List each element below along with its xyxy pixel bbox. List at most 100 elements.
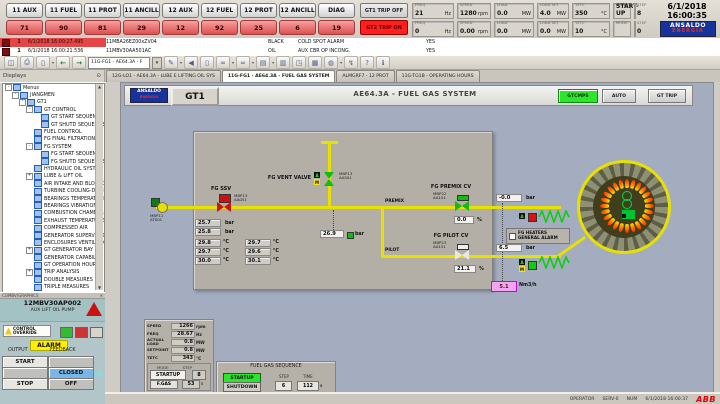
dropdown-caret-icon[interactable]: ▾ <box>232 60 234 65</box>
nav-alarm-count-button[interactable]: 25 <box>240 20 277 35</box>
tree-item[interactable]: GENERATOR CAPABILITY <box>3 254 104 261</box>
tree-item[interactable]: GT OPERATION HOURS <box>3 261 104 268</box>
display-tab[interactable]: ALMGRF7 - 12 PROT <box>336 70 394 82</box>
package-icon[interactable]: ◳ <box>292 56 306 69</box>
nav-alarm-count-button[interactable]: 90 <box>45 20 82 35</box>
web-icon[interactable]: ◍ <box>324 56 338 69</box>
dropdown-caret-icon[interactable]: ▾ <box>180 60 182 65</box>
tree-item[interactable]: COMPRESSED AIR <box>3 224 104 231</box>
tree-item[interactable]: DOUBLE MEASURES <box>3 276 104 283</box>
premix-cv-icon[interactable] <box>455 201 469 211</box>
fg-ssv-valve-icon[interactable] <box>217 202 231 212</box>
tree-item[interactable]: BEARINGS VIBRATION <box>3 202 104 209</box>
auto-button[interactable]: AUTO <box>602 89 636 103</box>
tree-item[interactable]: AIR INTAKE AND BLOW-OFF <box>3 180 104 187</box>
close-icon[interactable]: ✕ <box>100 293 103 298</box>
connect-icon[interactable]: ↯ <box>344 56 358 69</box>
gt1-unit-button[interactable]: GT1 <box>171 87 219 106</box>
nav-alarm-count-button[interactable]: 29 <box>123 20 160 35</box>
auto-mode-icon[interactable]: A <box>519 259 525 265</box>
dropdown-caret-icon[interactable]: ▾ <box>52 60 54 65</box>
grid-gray-icon[interactable] <box>90 327 103 338</box>
link-icon[interactable]: ∞ <box>216 56 230 69</box>
nav-alarm-count-button[interactable]: 6 <box>279 20 316 35</box>
tree-expander-icon[interactable]: - <box>19 99 26 106</box>
tree-item[interactable]: + GT GENERATOR BAY <box>3 247 104 254</box>
nav-group-button[interactable]: 11 PROT <box>84 3 121 18</box>
database-config-icon[interactable]: ▥ <box>276 56 290 69</box>
tree-expander-icon[interactable]: - <box>26 143 33 150</box>
tree-expander-icon[interactable]: - <box>5 84 12 91</box>
fuel-gas-button[interactable]: F.GAS <box>150 380 178 389</box>
tree-item[interactable]: BEARINGS TEMPERATURE <box>3 195 104 202</box>
display-tab[interactable]: 12G-LO1 - AE64.3A - LUBE E LIFTING OIL S… <box>106 70 221 82</box>
tree-item[interactable]: - JIANGMEN <box>3 91 104 98</box>
tree-item[interactable]: COMBUSTION CHAMBERS <box>3 210 104 217</box>
scroll-up-icon[interactable]: ▲ <box>98 84 101 89</box>
link-add-icon[interactable]: ∞ <box>236 56 250 69</box>
pin-icon[interactable]: ⊙ <box>96 73 101 79</box>
nav-group-button[interactable]: 12 FUEL <box>201 3 238 18</box>
nav-alarm-count-button[interactable]: 81 <box>84 20 121 35</box>
nav-group-button[interactable]: 12 ANCILL <box>279 3 316 18</box>
nav-group-button[interactable]: 11 AUX <box>6 3 43 18</box>
nav-alarm-count-button[interactable]: 12 <box>162 20 199 35</box>
database-icon[interactable]: ▤ <box>256 56 270 69</box>
tree-item[interactable]: GT SHUTD SEQUENCE <box>3 121 104 128</box>
new-page-icon[interactable]: ▯ <box>36 56 50 69</box>
tree-item[interactable]: ENCLOSURES VENTILATION <box>3 239 104 246</box>
alarm-row[interactable]: 1 6/1/2018 16:00:27.495 11MBA26EZ00xZV04… <box>0 38 720 47</box>
checkbox-icon[interactable] <box>509 233 516 240</box>
scroll-down-icon[interactable]: ▼ <box>98 285 101 290</box>
nav-group-button[interactable]: 12 PROT <box>240 3 277 18</box>
help-icon[interactable]: ? <box>360 56 374 69</box>
tree-item[interactable]: TURBINE COOLING-DRAIN <box>3 187 104 194</box>
print-icon[interactable]: ⎙ <box>20 56 34 69</box>
gt2-trip-button[interactable]: GT2 TRIP ON <box>360 20 408 35</box>
display-selector-combo[interactable]: 11G-FG1 - AE64.3A - F <box>88 57 150 69</box>
nav-alarm-count-button[interactable]: 19 <box>318 20 355 35</box>
dropdown-caret-icon[interactable]: ▾ <box>272 60 274 65</box>
manual-mode-icon[interactable]: M <box>314 179 320 185</box>
tree-item[interactable]: - GT1 <box>3 99 104 106</box>
pilot-cv-icon[interactable] <box>455 250 469 260</box>
document-icon[interactable]: ▯ <box>200 56 214 69</box>
alarm-row[interactable]: 1 6/1/2018 16:00:21.536 11MBV30AA501AC O… <box>0 47 720 56</box>
vent-valve-icon[interactable] <box>324 172 334 186</box>
auto-mode-icon[interactable]: A <box>519 213 525 219</box>
tree-expander-icon[interactable]: + <box>26 247 33 254</box>
tree-item[interactable]: + LUBE & LIFT OIL <box>3 173 104 180</box>
report-icon[interactable]: ▦ <box>308 56 322 69</box>
nav-group-button[interactable]: 12 AUX <box>162 3 199 18</box>
tree-item[interactable]: GT START SEQUENCE <box>3 114 104 121</box>
dropdown-caret-icon[interactable]: ▾ <box>252 60 254 65</box>
stop-button[interactable]: STOP <box>2 378 48 390</box>
tree-expander-icon[interactable]: + <box>26 173 33 180</box>
tree-item[interactable]: + TRIP ANALYSIS <box>3 269 104 276</box>
combo-dropdown-icon[interactable]: ▾ <box>152 57 162 69</box>
back-icon[interactable]: ← <box>56 56 70 69</box>
shutdown-button[interactable]: SHUTDOWN <box>223 382 261 392</box>
nav-alarm-count-button[interactable]: 92 <box>201 20 238 35</box>
tree-item[interactable]: - Menus <box>3 84 104 91</box>
tools-icon[interactable]: ✎ <box>164 56 178 69</box>
tree-item[interactable]: - GT CONTROL <box>3 106 104 113</box>
print-preview-icon[interactable]: ◫ <box>4 56 18 69</box>
tree-expander-icon[interactable]: - <box>26 106 33 113</box>
grid-green-icon[interactable] <box>60 327 73 338</box>
tree-item[interactable]: FG FINAL FILTRATION <box>3 136 104 143</box>
gt-trip-button[interactable]: GT TRIP <box>648 89 686 103</box>
tree-item[interactable]: HYDRAULIC OIL SYSTEM <box>3 165 104 172</box>
nav-alarm-count-button[interactable]: 71 <box>6 20 43 35</box>
tree-expander-icon[interactable]: + <box>26 269 33 276</box>
auto-mode-icon[interactable]: A <box>314 172 320 178</box>
nav-group-button[interactable]: 11 ANCILL <box>123 3 160 18</box>
tree-item[interactable]: EXHAUST TEMPERATURES <box>3 217 104 224</box>
display-tab[interactable]: 11G-TG1B - OPERATING HOURS <box>396 70 480 82</box>
tree-item[interactable]: FG SHUTD SEQUENCE <box>3 158 104 165</box>
grid-red-icon[interactable] <box>75 327 88 338</box>
tree-item[interactable]: FUEL CONTROL <box>3 128 104 135</box>
display-tab[interactable]: 11G-FG1 - AE64.3A - FUEL GAS SYSTEM <box>222 70 336 82</box>
info-icon[interactable]: ℹ <box>376 56 390 69</box>
forward-icon[interactable]: → <box>72 56 86 69</box>
